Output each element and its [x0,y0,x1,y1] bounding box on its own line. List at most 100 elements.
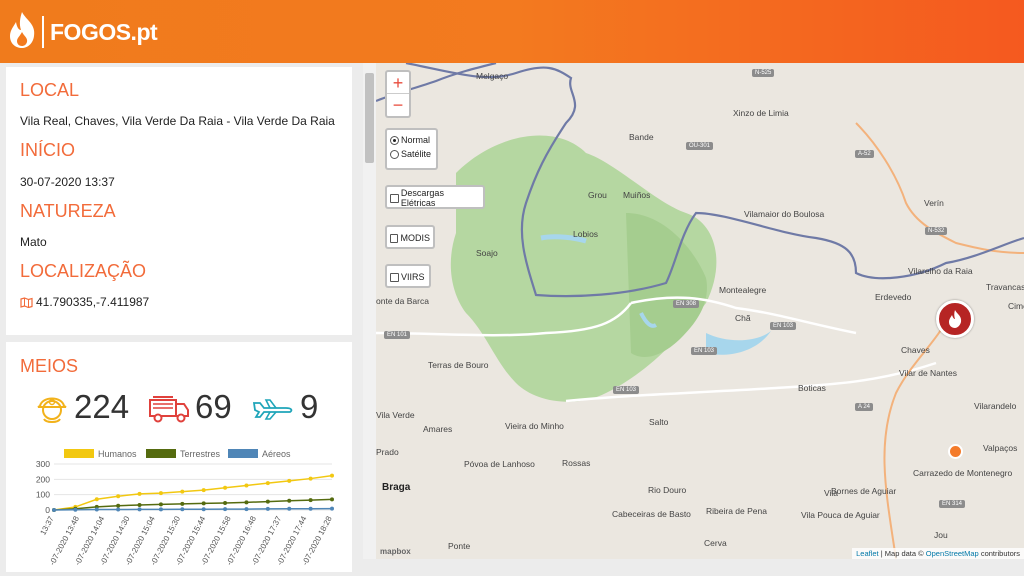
data-point [201,501,206,506]
local-value: Vila Real, Chaves, Vila Verde Da Raia - … [20,114,335,128]
map-label: Carrazedo de Montenegro [913,468,1013,478]
data-point [287,498,292,503]
legend-swatch [146,449,176,458]
data-point [158,502,163,507]
map-label: Melgaço [476,71,509,81]
y-tick-label: 100 [36,490,50,500]
map-attribution: Leaflet | Map data © OpenStreetMap contr… [852,548,1024,559]
zoom-out-button[interactable]: − [387,94,409,116]
poi-marker[interactable] [948,444,963,459]
map-label: Vila [824,488,839,498]
osm-link[interactable]: OpenStreetMap [926,549,979,558]
fire-icon [949,310,962,328]
humanos-value: 224 [74,388,130,425]
y-tick-label: 200 [36,474,50,484]
coordinates-row[interactable]: 41.790335,-7.411987 [20,295,149,309]
meios-heading: MEIOS [20,356,79,376]
layer-satellite-option[interactable]: Satélite [390,147,433,161]
data-point [330,473,334,478]
map-label: Terras de Bouro [428,360,489,370]
viirs-option[interactable]: VIIRS [390,270,426,284]
terrestres-count: 69 [148,388,248,430]
road-shield: N-525 [752,69,775,77]
meios-card: MEIOS 224 69 9 Humanos Terrestres Aéreos… [6,342,352,572]
map-label: Rio Douro [648,485,687,495]
terrestres-value: 69 [195,388,232,425]
data-point [223,485,228,490]
map-label: Travancas [986,282,1024,292]
descargas-checkbox[interactable] [390,193,399,203]
data-point [94,497,99,502]
modis-control: MODIS [385,225,435,249]
scrollbar-thumb[interactable] [365,73,374,163]
layer-normal-option[interactable]: Normal [390,133,433,147]
data-point [201,488,206,493]
data-point [244,483,249,488]
x-tick-label: 13:37 [38,514,56,536]
descargas-option[interactable]: Descargas Elétricas [390,188,480,208]
mapbox-logo[interactable]: mapbox [380,547,411,556]
data-point [265,481,270,486]
incident-sidebar: LOCAL Vila Real, Chaves, Vila Verde Da R… [0,63,360,572]
legend-label: Terrestres [180,449,221,459]
sidebar-scrollbar[interactable] [363,63,376,559]
map-label: Lobios [573,229,599,239]
natureza-heading: NATUREZA [20,201,116,221]
legend-label: Humanos [98,449,137,459]
zoom-control: + − [385,70,411,118]
map-label: Bande [629,132,654,142]
map-label: Vieira do Minho [505,421,564,431]
road-shield: EN 103 [770,322,797,330]
map-label: Amares [423,424,453,434]
map-label: Soajo [476,248,498,258]
map-label: Valpaços [983,443,1018,453]
layer-satellite-radio[interactable] [390,149,399,159]
map-label: Ribeira de Pena [706,506,767,516]
data-point [116,507,121,512]
base-layer-control: Normal Satélite [385,128,438,170]
map-label: Jou [934,530,948,540]
leaflet-link[interactable]: Leaflet [856,549,879,558]
map-label: Salto [649,417,669,427]
zoom-in-button[interactable]: + [387,72,409,94]
data-point [265,506,270,511]
road-shield: EN 314 [939,500,966,508]
modis-checkbox[interactable] [390,233,399,243]
fire-marker[interactable] [936,300,974,338]
legend-swatch [228,449,258,458]
data-point [116,494,121,499]
viirs-checkbox[interactable] [390,272,399,282]
map-label: Erdevedo [875,292,912,302]
data-point [201,507,206,512]
map-label: Boticas [798,383,826,393]
data-point [137,491,142,496]
data-point [116,503,121,508]
data-point [52,508,56,512]
map-label: Ponte [448,541,471,551]
map-label: Vilamaior do Boulosa [744,209,825,219]
incident-map[interactable]: + − Normal Satélite Descargas Elétricas … [376,63,1024,559]
road-shield: EN 308 [673,300,700,308]
fire-logo-icon [10,12,35,48]
y-tick-label: 300 [36,459,50,469]
local-heading: LOCAL [20,80,80,100]
road-shield: A 24 [855,403,874,411]
map-label: Vilar de Nantes [899,368,957,378]
natureza-value: Mato [20,235,47,249]
modis-option[interactable]: MODIS [390,231,430,245]
airplane-icon [252,399,293,420]
data-point [308,498,313,503]
meios-chart: Humanos Terrestres Aéreos300200100013:37-0… [36,449,334,567]
data-point [180,489,185,494]
data-point [308,506,313,511]
map-label: Cabeceiras de Basto [612,509,691,519]
map-label: Vila Pouca de Aguiar [801,510,880,520]
data-point [287,478,292,483]
map-label: Vilarelho da Raia [908,266,973,276]
data-point [330,506,334,511]
brand-title[interactable]: FOGOS.pt [50,19,158,46]
data-point [158,507,163,512]
humanos-count: 224 [36,388,136,430]
data-point [137,507,142,512]
layer-normal-radio[interactable] [390,135,399,145]
